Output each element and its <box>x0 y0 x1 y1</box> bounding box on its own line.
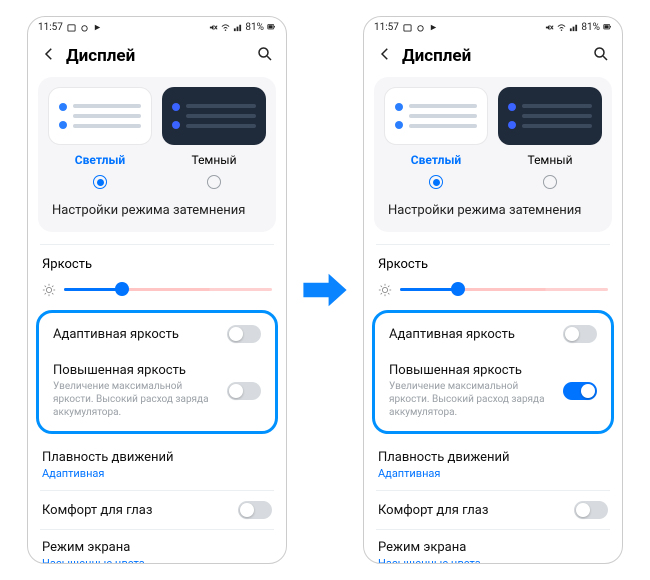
sun-icon <box>378 282 392 296</box>
radio-light[interactable] <box>429 175 443 189</box>
eye-comfort-row[interactable]: Комфорт для глаз <box>28 491 286 529</box>
page-title: Дисплей <box>66 46 248 66</box>
screen-mode-value: Насыщенные цвета <box>378 557 598 563</box>
screen-mode-row[interactable]: Режим экрана Насыщенные цвета <box>364 530 622 563</box>
signal-icon <box>569 23 578 32</box>
dark-mode-settings-row[interactable]: Настройки режима затемнения <box>48 189 266 220</box>
search-icon[interactable] <box>592 45 610 67</box>
eye-comfort-label: Комфорт для глаз <box>378 503 564 518</box>
adaptive-brightness-row[interactable]: Адаптивная яркость <box>375 315 611 353</box>
status-bar: 11:57 81% <box>28 17 286 37</box>
extra-brightness-label: Повышенная яркость <box>389 363 553 378</box>
theme-dark-label: Темный <box>498 153 602 167</box>
back-icon[interactable] <box>40 45 58 67</box>
theme-preview-dark <box>162 87 266 145</box>
motion-smoothness-row[interactable]: Плавность движений Адаптивная <box>364 440 622 490</box>
status-battery: 81% <box>581 22 600 33</box>
brightness-slider[interactable] <box>400 288 608 291</box>
motion-smoothness-label: Плавность движений <box>42 450 262 465</box>
extra-brightness-toggle[interactable] <box>227 382 261 400</box>
status-battery: 81% <box>245 22 264 33</box>
theme-option-light[interactable]: Светлый <box>384 87 488 189</box>
adaptive-brightness-toggle[interactable] <box>563 325 597 343</box>
status-time: 11:57 <box>374 22 399 33</box>
eye-comfort-label: Комфорт для глаз <box>42 503 228 518</box>
extra-brightness-sub: Увеличение максимальной яркости. Высокий… <box>53 380 217 419</box>
motion-smoothness-value: Адаптивная <box>42 467 262 480</box>
theme-option-light[interactable]: Светлый <box>48 87 152 189</box>
theme-preview-light <box>384 87 488 145</box>
theme-dark-label: Темный <box>162 153 266 167</box>
page-title: Дисплей <box>402 46 584 66</box>
theme-selector-card: Светлый Темный Настройки режима затемнен… <box>38 77 276 232</box>
back-icon[interactable] <box>376 45 394 67</box>
theme-option-dark[interactable]: Темный <box>498 87 602 189</box>
extra-brightness-sub: Увеличение максимальной яркости. Высокий… <box>389 380 553 419</box>
eye-comfort-row[interactable]: Комфорт для глаз <box>364 491 622 529</box>
theme-light-label: Светлый <box>48 153 152 167</box>
calendar-icon <box>403 23 412 32</box>
radio-dark[interactable] <box>207 175 221 189</box>
phone-after: 11:57 81% Дисплей Светл <box>363 16 623 564</box>
theme-selector-card: Светлый Темный Настройки режима затемнен… <box>374 77 612 232</box>
title-bar: Дисплей <box>364 37 622 77</box>
motion-smoothness-row[interactable]: Плавность движений Адаптивная <box>28 440 286 490</box>
extra-brightness-row[interactable]: Повышенная яркость Увеличение максимальн… <box>39 353 275 429</box>
dark-mode-settings-row[interactable]: Настройки режима затемнения <box>384 189 602 220</box>
screen-mode-value: Насыщенные цвета <box>42 557 262 563</box>
brightness-label: Яркость <box>378 257 608 272</box>
eye-comfort-toggle[interactable] <box>574 501 608 519</box>
transition-arrow-icon <box>297 263 353 317</box>
mute-icon <box>545 23 554 32</box>
extra-brightness-row[interactable]: Повышенная яркость Увеличение максимальн… <box>375 353 611 429</box>
alarm-icon <box>80 23 89 32</box>
radio-dark[interactable] <box>543 175 557 189</box>
theme-preview-dark <box>498 87 602 145</box>
mute-icon <box>209 23 218 32</box>
brightness-slider[interactable] <box>64 288 272 291</box>
highlight-box: Адаптивная яркость Повышенная яркость Ув… <box>372 310 614 434</box>
status-bar: 11:57 81% <box>364 17 622 37</box>
extra-brightness-label: Повышенная яркость <box>53 363 217 378</box>
battery-icon <box>267 23 276 32</box>
battery-icon <box>603 23 612 32</box>
radio-light[interactable] <box>93 175 107 189</box>
brightness-section: Яркость <box>28 245 286 304</box>
adaptive-brightness-label: Адаптивная яркость <box>389 327 553 342</box>
wifi-icon <box>557 23 566 32</box>
brightness-section: Яркость <box>364 245 622 304</box>
screen-mode-row[interactable]: Режим экрана Насыщенные цвета <box>28 530 286 563</box>
screen-mode-label: Режим экрана <box>42 540 262 555</box>
motion-smoothness-label: Плавность движений <box>378 450 598 465</box>
adaptive-brightness-row[interactable]: Адаптивная яркость <box>39 315 275 353</box>
calendar-icon <box>67 23 76 32</box>
signal-icon <box>233 23 242 32</box>
play-icon <box>429 23 438 32</box>
theme-option-dark[interactable]: Темный <box>162 87 266 189</box>
screen-mode-label: Режим экрана <box>378 540 598 555</box>
alarm-icon <box>416 23 425 32</box>
search-icon[interactable] <box>256 45 274 67</box>
adaptive-brightness-label: Адаптивная яркость <box>53 327 217 342</box>
phone-before: 11:57 81% Дисплей Светл <box>27 16 287 564</box>
play-icon <box>93 23 102 32</box>
adaptive-brightness-toggle[interactable] <box>227 325 261 343</box>
theme-preview-light <box>48 87 152 145</box>
extra-brightness-toggle[interactable] <box>563 382 597 400</box>
motion-smoothness-value: Адаптивная <box>378 467 598 480</box>
eye-comfort-toggle[interactable] <box>238 501 272 519</box>
wifi-icon <box>221 23 230 32</box>
title-bar: Дисплей <box>28 37 286 77</box>
sun-icon <box>42 282 56 296</box>
brightness-label: Яркость <box>42 257 272 272</box>
highlight-box: Адаптивная яркость Повышенная яркость Ув… <box>36 310 278 434</box>
status-time: 11:57 <box>38 22 63 33</box>
theme-light-label: Светлый <box>384 153 488 167</box>
